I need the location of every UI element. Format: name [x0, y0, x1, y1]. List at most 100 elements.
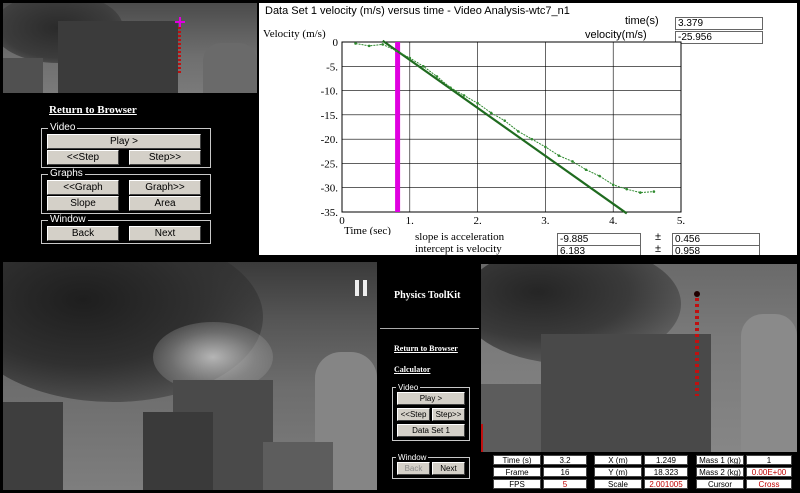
velocity-chart[interactable]: 0-5.-10.-15.-20.-25.-30.-35.0 1. 2. 3. 4. 5.V… [259, 23, 797, 235]
velocity-data-point [367, 44, 371, 48]
y-tick-label: 0 [333, 37, 339, 49]
velocity-data-point [598, 174, 601, 178]
tracking-video-frame[interactable] [481, 264, 797, 452]
toolkit-return-link[interactable]: Return to Browser [394, 344, 458, 353]
velocity-data-point [611, 183, 615, 187]
x-tick-label: 2. [473, 215, 482, 227]
y-tick-label: -25. [321, 158, 339, 170]
intercept-pm: ± [655, 243, 662, 255]
video-group-label: Video [48, 122, 78, 134]
table-value-cell: 16 [543, 467, 587, 477]
x-axis-label: Time (sec) [344, 225, 391, 235]
graph-title: Data Set 1 velocity (m/s) versus time - … [265, 5, 570, 17]
calculator-link[interactable]: Calculator [394, 365, 430, 374]
top-control-panel: Return to Browser Video Play > <<Step St… [3, 94, 257, 254]
velocity-data-point [408, 56, 412, 60]
tracking-arched-building [741, 314, 797, 452]
building-left [3, 402, 63, 490]
area-button[interactable]: Area [129, 196, 201, 211]
next-graph-button[interactable]: Graph>> [129, 180, 201, 195]
intercept-error: 0.958 [672, 245, 760, 255]
velocity-data-point [503, 119, 507, 122]
table-label-cell: Y (m) [594, 467, 642, 477]
top-video-thumbnail[interactable] [3, 3, 257, 93]
velocity-data-point [449, 86, 452, 89]
building-mid [143, 412, 213, 490]
table-label-cell: Mass 2 (kg) [696, 467, 744, 477]
toolkit-step-forward-button[interactable]: Step>> [432, 408, 465, 421]
toolkit-next-button[interactable]: Next [432, 462, 465, 475]
x-tick-label: 4. [609, 215, 618, 227]
video-group: Video Play > <<Step Step>> [41, 122, 211, 168]
toolkit-title: Physics ToolKit [394, 290, 461, 301]
toolkit-play-button[interactable]: Play > [397, 392, 465, 405]
toolkit-window-group: Window Back Next [392, 452, 470, 479]
velocity-data-point [516, 130, 520, 133]
window-group: Window Back Next [41, 214, 211, 244]
y-axis-label: Velocity (m/s) [263, 28, 326, 40]
play-button[interactable]: Play > [47, 134, 201, 149]
toolkit-video-group: Video Play > <<Step Step>> Data Set 1 [392, 382, 470, 441]
velocity-data-point [544, 145, 547, 149]
table-label-cell: Frame [493, 467, 541, 477]
x-tick-label: 3. [541, 215, 550, 227]
table-value-cell: Cross [746, 479, 792, 489]
table-label-cell: FPS [493, 479, 541, 489]
intercept-value: 6.183 [557, 245, 641, 255]
return-to-browser-link[interactable]: Return to Browser [49, 104, 137, 116]
toolkit-panel: Physics ToolKit Return to Browser Calcul… [380, 262, 479, 490]
table-value-cell: 2.001005 [644, 479, 688, 489]
tracking-crosshair [175, 17, 185, 27]
table-label-cell: Cursor [696, 479, 744, 489]
tracking-building [541, 334, 711, 452]
next-button[interactable]: Next [129, 226, 201, 241]
slope-button[interactable]: Slope [47, 196, 119, 211]
velocity-data-point [394, 49, 398, 53]
toolkit-step-back-button[interactable]: <<Step [397, 408, 430, 421]
main-video-frame[interactable] [3, 262, 377, 490]
pause-icon [355, 280, 369, 296]
table-value-cell: 1.249 [644, 455, 688, 465]
time-cursor[interactable] [395, 42, 401, 212]
velocity-data-point [639, 191, 642, 194]
graphs-group: Graphs <<Graph Graph>> Slope Area [41, 168, 211, 214]
table-label-cell: Scale [594, 479, 642, 489]
tracked-points-track [695, 292, 699, 396]
intercept-label: intercept is velocity [415, 243, 502, 255]
step-back-button[interactable]: <<Step [47, 150, 119, 165]
table-value-cell: 0.00E+00 [746, 467, 792, 477]
table-label-cell: X (m) [594, 455, 642, 465]
toolkit-divider [380, 328, 479, 329]
velocity-data-point [625, 187, 629, 191]
origin-marker [481, 424, 483, 452]
prev-graph-button[interactable]: <<Graph [47, 180, 119, 195]
velocity-data-point [571, 160, 574, 163]
building-silhouette [58, 21, 178, 93]
velocity-data-point [584, 168, 588, 172]
velocity-data-point [354, 42, 357, 45]
y-tick-label: -20. [321, 134, 339, 146]
velocity-data-point [530, 137, 534, 141]
slope-label: slope is acceleration [415, 231, 505, 243]
graphs-group-label: Graphs [48, 168, 85, 180]
velocity-data-point [489, 111, 493, 115]
toolkit-back-button[interactable]: Back [397, 462, 430, 475]
window-group-label: Window [48, 214, 88, 226]
y-tick-label: -5. [326, 61, 338, 73]
plot-frame [341, 41, 682, 213]
table-label-cell: Mass 1 (kg) [696, 455, 744, 465]
step-forward-button[interactable]: Step>> [129, 150, 201, 165]
velocity-data-point [422, 64, 425, 68]
y-tick-label: -35. [321, 207, 339, 219]
data-table: Time (s) 3.2 X (m) 1.249 Mass 1 (kg) 1 Frame 16… [481, 454, 797, 490]
slope-pm: ± [655, 231, 662, 243]
table-value-cell: 3.2 [543, 455, 587, 465]
table-label-cell: Time (s) [493, 455, 541, 465]
back-button[interactable]: Back [47, 226, 119, 241]
tracking-left-building [481, 384, 541, 452]
tower-right [203, 43, 257, 93]
velocity-data-point [381, 43, 384, 46]
tower-left [3, 58, 43, 93]
graph-panel: Data Set 1 velocity (m/s) versus time - … [259, 3, 797, 255]
dataset-button[interactable]: Data Set 1 [397, 424, 465, 437]
